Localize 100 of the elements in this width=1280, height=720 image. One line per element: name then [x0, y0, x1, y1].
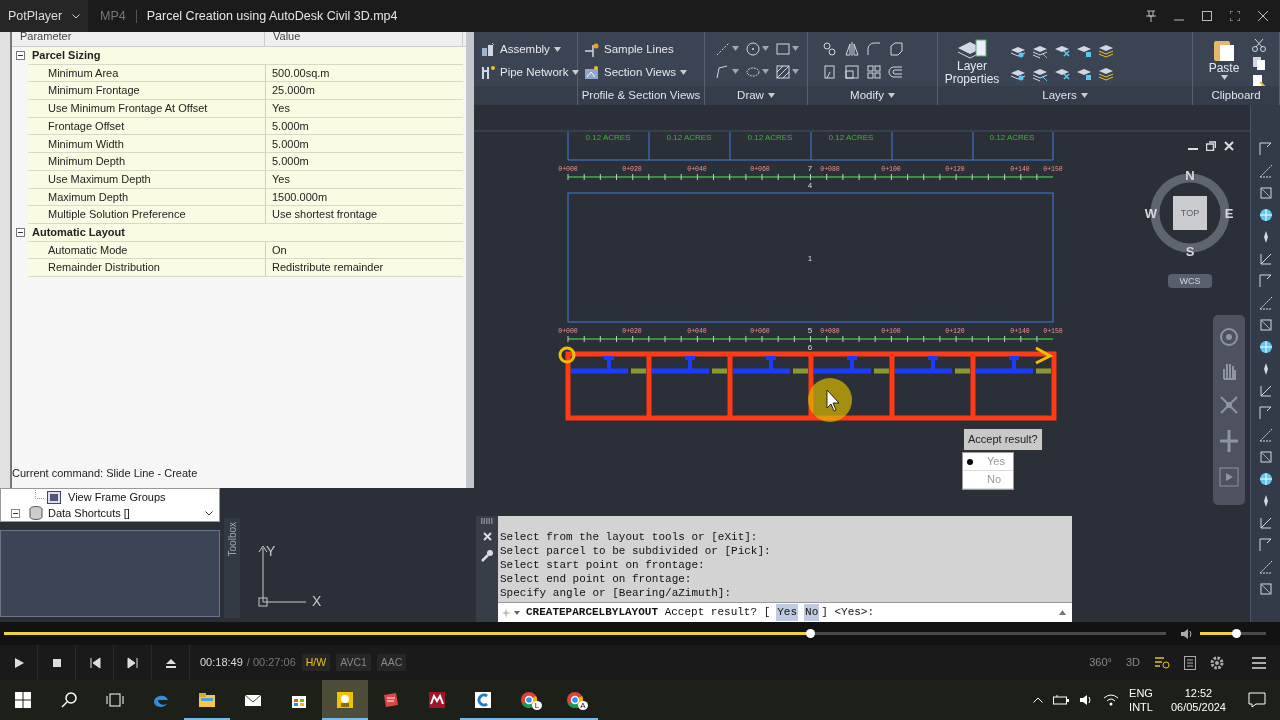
grip-marker[interactable] [558, 346, 576, 364]
taskbar-app[interactable]: A [552, 680, 598, 720]
maximize-icon[interactable] [1202, 11, 1212, 21]
compass-label[interactable]: E [1224, 206, 1234, 221]
close-icon[interactable] [1224, 141, 1234, 151]
tool-icon[interactable] [1257, 581, 1274, 597]
settings-icon[interactable] [1210, 655, 1224, 670]
volume-slider[interactable] [1200, 632, 1266, 635]
tool-icon[interactable] [1257, 449, 1274, 465]
compass-label[interactable]: S [1185, 244, 1195, 259]
steering-wheel-icon[interactable] [1219, 327, 1239, 347]
showmotion-icon[interactable] [1219, 467, 1239, 487]
column-header: Value [265, 32, 463, 46]
close-icon[interactable] [1258, 11, 1268, 21]
viewcube-face[interactable]: TOP [1173, 196, 1207, 230]
view-mode-button[interactable]: 3D [1125, 654, 1140, 671]
property-name: Remainder Distribution [28, 259, 265, 277]
volume-handle[interactable] [1232, 629, 1242, 638]
panel-title[interactable]: Clipboard [1193, 86, 1279, 105]
ucs-menu-button[interactable]: WCS [1168, 274, 1212, 288]
scroll-down-icon[interactable] [205, 511, 213, 516]
taskbar-app[interactable] [322, 680, 368, 720]
ribbon-button[interactable]: Paste [1197, 38, 1251, 86]
property-value[interactable]: Redistribute remainder [265, 259, 463, 277]
close-icon[interactable] [482, 532, 492, 541]
tree-item[interactable]: Data Shortcuts [] [48, 504, 130, 522]
tree-item[interactable]: View Frame Groups [68, 488, 166, 506]
tool-icon[interactable] [1257, 383, 1274, 399]
battery-icon[interactable] [1053, 694, 1070, 706]
property-name: Minimum Depth [28, 153, 265, 171]
copy-icon[interactable] [1251, 56, 1267, 70]
collapse-icon[interactable] [11, 508, 20, 518]
task-view-icon [106, 692, 124, 708]
scroll-up-icon[interactable] [1059, 610, 1066, 615]
ribbon-button[interactable]: Sample Lines [582, 38, 690, 61]
zoom-icon[interactable] [1219, 395, 1239, 415]
tool-icon[interactable] [1257, 295, 1274, 311]
property-name: Multiple Solution Preference [28, 206, 265, 224]
view-mode-button[interactable]: 360° [1089, 654, 1112, 671]
orbit-icon[interactable] [1219, 429, 1239, 453]
language-indicator[interactable]: ENG INTL [1129, 686, 1153, 714]
command-option[interactable]: No [804, 604, 820, 621]
ribbon-button[interactable]: Pipe Network [478, 61, 582, 84]
grip-icon[interactable] [480, 518, 494, 524]
property-value[interactable]: Use shortest frontage [265, 206, 463, 224]
caret-icon [792, 69, 799, 74]
tool-icon[interactable] [1257, 427, 1274, 443]
property-value[interactable]: 5.000m [265, 153, 463, 171]
wrench-icon[interactable] [480, 549, 494, 563]
tool-icon[interactable] [1257, 515, 1274, 531]
cut-icon[interactable] [1251, 38, 1267, 52]
ribbon-button[interactable]: Layer Properties [942, 38, 1002, 86]
wifi-icon[interactable] [1103, 694, 1120, 706]
database-icon [29, 506, 43, 520]
command-prompt[interactable]: CREATEPARCELBYLAYOUT Accept result? [ [526, 604, 771, 621]
chevron-up-icon[interactable] [1033, 697, 1044, 703]
app-menu-button[interactable]: PotPlayer [0, 0, 88, 32]
tool-icon [775, 63, 791, 80]
panel-title[interactable]: Layers [938, 86, 1192, 105]
panel-title[interactable]: Profile & Section Views [578, 86, 704, 105]
compass-label[interactable]: W [1144, 206, 1158, 221]
tool-icon[interactable] [1257, 163, 1274, 179]
property-value[interactable]: 5.000m [265, 135, 463, 154]
tool-icon[interactable] [1257, 207, 1274, 223]
hand-icon[interactable] [1220, 361, 1238, 381]
parcel-number: 1 [807, 254, 813, 263]
restore-icon[interactable] [1206, 141, 1216, 151]
pin-icon[interactable] [1146, 10, 1156, 22]
fullscreen-icon[interactable] [1230, 11, 1240, 21]
command-history-line: Select start point on frontage: [500, 558, 705, 572]
taskbar-app[interactable]: L [506, 680, 552, 720]
collapse-icon[interactable] [15, 51, 25, 61]
notifications-icon[interactable] [1248, 692, 1266, 708]
command-prompt[interactable]: ] <Yes>: [821, 604, 875, 621]
playlist-icon[interactable] [1184, 655, 1196, 670]
seek-handle[interactable] [806, 629, 816, 638]
tool-icon[interactable] [1257, 471, 1274, 487]
tool-icon[interactable] [1257, 559, 1274, 575]
volume-icon[interactable] [1180, 627, 1194, 640]
search-icon [61, 692, 77, 708]
property-value[interactable]: 25.000m [265, 82, 463, 101]
panel-title[interactable]: Modify [808, 86, 937, 105]
compass-label[interactable]: N [1185, 168, 1195, 183]
playlist-search-icon[interactable] [1154, 655, 1170, 670]
volume-icon[interactable] [1079, 694, 1094, 706]
tool-icon[interactable] [1257, 251, 1274, 267]
menu-icon[interactable] [1252, 656, 1266, 669]
tool-icon[interactable] [1257, 339, 1274, 355]
ribbon-button[interactable]: Section Views [582, 61, 690, 84]
seek-bar[interactable] [4, 632, 1166, 635]
tool-icon[interactable] [1257, 185, 1274, 201]
property-value[interactable]: Yes [265, 100, 463, 118]
panel-title[interactable]: Draw [705, 86, 807, 105]
tool-icon [1098, 65, 1114, 82]
tool-icon [888, 40, 904, 57]
clock[interactable]: 12:52 06/05/2024 [1162, 686, 1234, 714]
command-option[interactable]: Yes [776, 604, 799, 621]
tool-icon[interactable] [1257, 317, 1274, 333]
ribbon-button[interactable]: Assembly [478, 38, 582, 61]
collapse-icon[interactable] [15, 228, 25, 238]
